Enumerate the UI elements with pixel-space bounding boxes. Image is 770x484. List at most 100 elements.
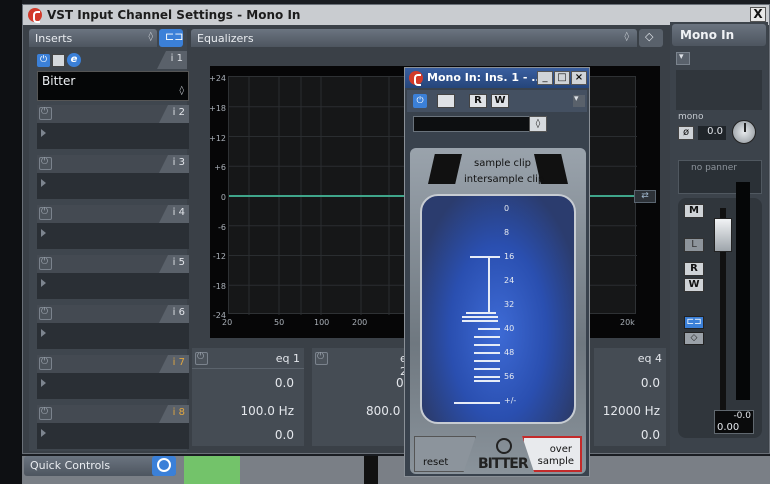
power-button-active[interactable]: ⏻ (37, 54, 50, 67)
power-icon[interactable] (39, 307, 52, 320)
plugin-menu-button[interactable]: ▾ (573, 94, 585, 107)
power-icon[interactable] (39, 257, 52, 270)
insert-slot-3[interactable] (37, 173, 189, 199)
insert-slot-4[interactable] (37, 223, 189, 249)
insert-slot-1[interactable]: Bitter ◊ (37, 71, 189, 101)
phase-button[interactable]: ø (678, 126, 694, 140)
equalizers-header[interactable]: Equalizers ◊ (191, 29, 637, 47)
expand-arrow-icon (41, 129, 46, 137)
meter-tick: 32 (504, 300, 515, 309)
bypass-inserts-button[interactable]: ⊏⊐ (684, 316, 704, 329)
bypass-icon: ⊏⊐ (165, 30, 184, 43)
expand-arrow-icon (41, 379, 46, 387)
power-icon[interactable] (39, 207, 52, 220)
preset-field[interactable] (413, 116, 547, 132)
eq1-gain[interactable]: 0.0 (275, 376, 294, 390)
bitter-logo-icon (496, 438, 512, 454)
close-button[interactable]: X (750, 7, 766, 22)
power-icon[interactable] (39, 157, 52, 170)
maximize-button[interactable]: □ (554, 71, 570, 85)
eq1-frequency[interactable]: 100.0 Hz (241, 404, 295, 418)
inserts-menu-icon[interactable]: ◊ (149, 32, 153, 42)
fader-value: 0.00 (717, 422, 740, 433)
plugin-power-button[interactable]: ⏻ (413, 94, 427, 108)
insert-slot-5-header: i 5 (37, 255, 189, 273)
preset-menu-button[interactable]: ◊ (529, 116, 547, 132)
expand-arrow-icon (41, 229, 46, 237)
eq1-power-button[interactable] (195, 352, 208, 365)
y-tick-label: -18 (212, 282, 226, 291)
meter-bar (454, 402, 500, 404)
listen-button[interactable]: L (684, 238, 704, 252)
inserts-bypass-button[interactable]: ⊏⊐ (159, 29, 183, 47)
mute-button[interactable]: M (684, 204, 704, 218)
eq-band-2: eq 2 0.0 800.0 (312, 348, 415, 446)
channel-mode: mono (678, 112, 704, 122)
insert-slot-2[interactable] (37, 123, 189, 149)
slot-4-tab: i 4 (159, 205, 189, 223)
meter-bar (462, 316, 498, 318)
cubase-logo-icon (409, 71, 423, 86)
eq4-frequency[interactable]: 12000 Hz (603, 404, 660, 418)
write-button[interactable]: W (684, 278, 704, 292)
plugin-write-button[interactable]: W (491, 94, 509, 108)
plugin-bypass-button[interactable] (437, 94, 455, 108)
eq2-frequency[interactable]: 800.0 (366, 404, 400, 418)
expand-arrow-icon (41, 279, 46, 287)
oversample-button[interactable]: over sample (522, 436, 582, 472)
plugin-close-button[interactable]: × (571, 71, 587, 85)
power-icon[interactable] (39, 107, 52, 120)
sample-clip-label: sample clip (474, 158, 531, 169)
meter-peak-value: -0.0 (733, 411, 751, 421)
x-tick-label: 50 (274, 318, 285, 327)
window-title: VST Input Channel Settings - Mono In (47, 8, 301, 22)
channel-menu-button[interactable]: ▾ (676, 52, 690, 65)
power-icon[interactable] (39, 357, 52, 370)
meter-bar (474, 376, 500, 378)
quick-controls-button[interactable] (152, 456, 176, 476)
slot-3-tab: i 3 (159, 155, 189, 173)
meter-tick: 16 (504, 252, 515, 261)
eq-band-1: eq 1 0.0 100.0 Hz 0.0 (192, 348, 304, 446)
meter-bar (466, 312, 496, 314)
eq2-power-button[interactable] (315, 352, 328, 365)
meter-bar (474, 336, 500, 338)
inserts-panel: Inserts ◊ ⊏⊐ ⏻ e i 1 Bitter ◊ i 2 i 3 (29, 29, 189, 451)
slot-5-tab: i 5 (159, 255, 189, 273)
insert-slot-7[interactable] (37, 373, 189, 399)
plugin-read-button[interactable]: R (469, 94, 487, 108)
insert-slot-8[interactable] (37, 423, 189, 449)
slot-1-menu-icon[interactable]: ◊ (180, 86, 184, 96)
y-tick-label: -12 (212, 252, 226, 261)
input-gain-field[interactable]: 0.0 (698, 126, 726, 140)
volume-fader[interactable] (714, 218, 732, 252)
insert-slot-6[interactable] (37, 323, 189, 349)
eq1-q[interactable]: 0.0 (275, 428, 294, 442)
bypass-eq-button[interactable]: ◇ (684, 332, 704, 345)
chevron-down-icon: ▾ (679, 52, 684, 62)
power-icon[interactable] (39, 407, 52, 420)
meter-tick: 0 (504, 204, 510, 213)
inserts-header[interactable]: Inserts ◊ (29, 29, 157, 47)
expand-arrow-icon (41, 429, 46, 437)
chevron-down-icon: ▾ (574, 94, 579, 104)
meter-bar (474, 360, 500, 362)
edit-plugin-button[interactable]: e (67, 53, 81, 67)
input-gain-knob[interactable] (732, 120, 756, 144)
channel-name-bar[interactable]: Mono In (672, 24, 766, 46)
bypass-slot-button[interactable] (52, 54, 65, 67)
meter-tick: 56 (504, 372, 515, 381)
y-tick-label: 0 (220, 193, 226, 202)
x-tick-label: 20 (222, 318, 233, 327)
reset-button[interactable]: reset (414, 436, 476, 472)
eq4-gain[interactable]: 0.0 (641, 376, 660, 390)
equalizers-menu-icon[interactable]: ◊ (625, 32, 629, 42)
insert-slot-5[interactable] (37, 273, 189, 299)
eq-loop-icon[interactable]: ⇄ (634, 190, 656, 203)
bitter-plugin-window: Mono In: Ins. 1 - ... _ □ × ⏻ R W ▾ ◊ sa… (404, 67, 590, 477)
expand-arrow-icon (41, 329, 46, 337)
minimize-button[interactable]: _ (537, 71, 553, 85)
eq4-q[interactable]: 0.0 (641, 428, 660, 442)
eq-bypass-button[interactable]: ◇ (639, 29, 663, 47)
read-button[interactable]: R (684, 262, 704, 276)
